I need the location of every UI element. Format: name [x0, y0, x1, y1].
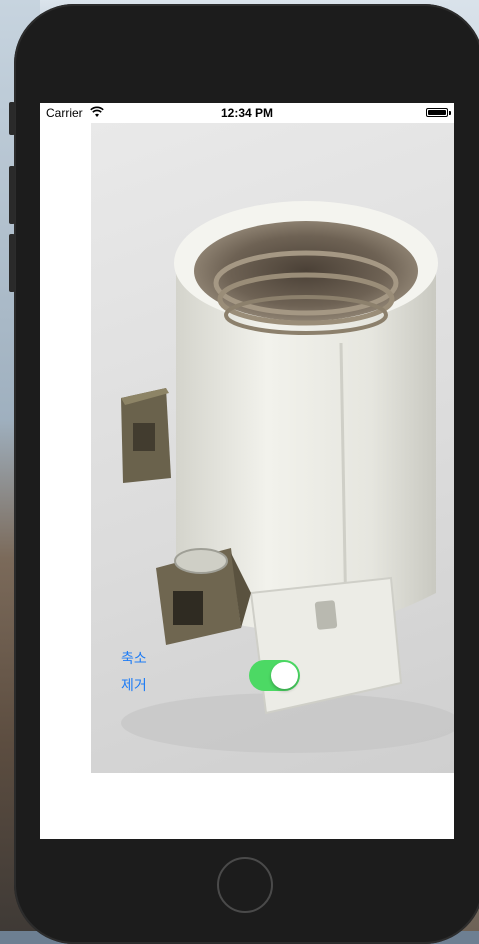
status-time: 12:34 PM [220, 106, 274, 120]
toggle-knob [271, 662, 298, 689]
zoom-out-button[interactable]: 축소 [121, 648, 147, 668]
home-button[interactable] [217, 857, 273, 913]
mute-switch [9, 102, 15, 135]
volume-up-button [9, 166, 15, 224]
remove-button[interactable]: 제거 [121, 675, 147, 695]
volume-down-button [9, 234, 15, 292]
battery-tip [449, 111, 451, 115]
toggle-switch[interactable] [249, 660, 300, 691]
simulator-screen: Carrier 12:34 PM 축소 제거 [40, 103, 454, 839]
battery-icon [426, 108, 448, 117]
status-bar: Carrier 12:34 PM [40, 103, 454, 123]
